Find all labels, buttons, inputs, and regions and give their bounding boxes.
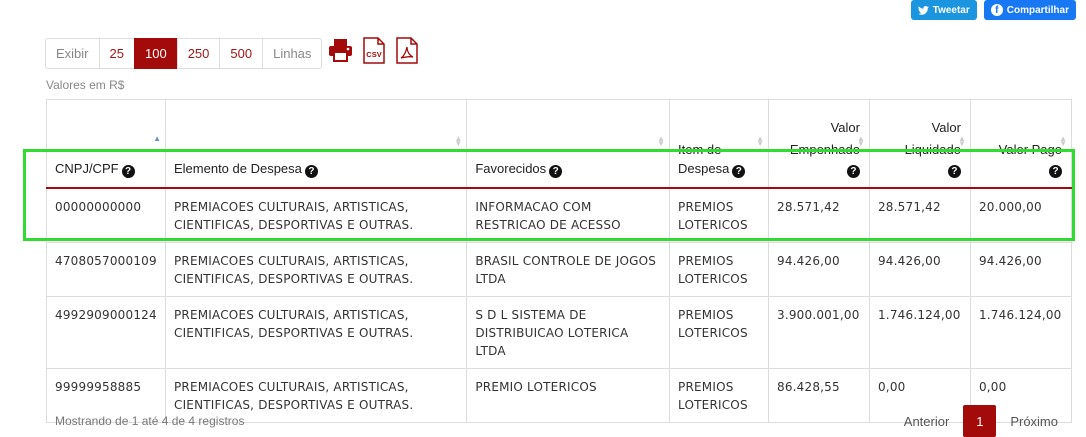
next-page-button[interactable]: Próximo: [996, 414, 1072, 429]
header-cnpj-label: CNPJ/CPF: [55, 160, 119, 176]
cell-pago: 20.000,00: [969, 187, 1073, 243]
header-valor-pago[interactable]: ▲ ▼ Valor Pago ?: [969, 99, 1073, 189]
export-tools: CSV: [328, 36, 419, 64]
table-header-row: ▲ CNPJ/CPF? ▲ ▼ Elemento de Despesa? ▲ ▼ F…: [46, 99, 1073, 189]
cell-empenhado: 3.900.001,00: [767, 295, 870, 369]
cell-empenhado: 86.428,55: [767, 367, 870, 423]
page-size-500[interactable]: 500: [219, 38, 264, 69]
records-info: Mostrando de 1 até 4 de 4 registros: [55, 414, 245, 428]
help-icon[interactable]: ?: [121, 164, 135, 178]
sort-icon: ▲ ▼: [857, 134, 865, 148]
help-icon[interactable]: ?: [549, 164, 563, 178]
cell-pago: 1.746.124,00: [969, 295, 1073, 369]
cell-empenhado: 94.426,00: [767, 241, 870, 297]
cell-favorecido: INFORMACAO COM RESTRICAO DE ACESSO: [466, 187, 671, 243]
cell-item: PREMIOS LOTERICOS: [669, 295, 769, 369]
header-favorecidos[interactable]: ▲ ▼ Favorecidos?: [466, 99, 671, 189]
table-row: 4708057000109 PREMIACOES CULTURAIS, ARTI…: [46, 241, 1073, 297]
pdf-icon: [395, 36, 418, 64]
sort-icon: ▲ ▼: [657, 134, 666, 148]
sort-icon: ▲ ▼: [1059, 134, 1067, 148]
table-row: 00000000000 PREMIACOES CULTURAIS, ARTIST…: [46, 187, 1073, 243]
header-valor-empenhado[interactable]: ▲ ▼ Valor Empenhado ?: [767, 99, 870, 189]
cell-cnpj: 00000000000: [46, 187, 166, 243]
header-cnpj[interactable]: ▲ CNPJ/CPF?: [46, 99, 166, 189]
help-icon[interactable]: ?: [1049, 164, 1062, 178]
show-label: Exibir: [45, 38, 100, 69]
help-icon[interactable]: ?: [947, 164, 961, 178]
cell-favorecido: PREMIO LOTERICOS: [466, 367, 671, 423]
cell-liquidado: 94.426,00: [868, 241, 971, 297]
sort-icon: ▲ ▼: [756, 134, 764, 148]
cell-favorecido: BRASIL CONTROLE DE JOGOS LTDA: [466, 241, 671, 297]
header-item-despesa[interactable]: ▲ ▼ Item de Despesa?: [669, 99, 769, 189]
sort-icon: ▲ ▼: [958, 134, 966, 148]
cell-elemento: PREMIACOES CULTURAIS, ARTISTICAS, CIENTI…: [164, 295, 468, 369]
help-icon[interactable]: ?: [846, 164, 860, 178]
cell-liquidado: 1.746.124,00: [868, 295, 971, 369]
header-liquidado-pre1: Valor: [931, 119, 961, 135]
header-elemento-label: Elemento de Despesa: [173, 160, 302, 176]
cell-favorecido: S D L SISTEMA DE DISTRIBUICAO LOTERICA L…: [466, 295, 671, 369]
cell-empenhado: 28.571,42: [767, 187, 870, 243]
header-valor-liquidado[interactable]: ▲ ▼ Valor Liquidado ?: [868, 99, 971, 189]
help-icon[interactable]: ?: [732, 164, 746, 178]
cell-cnpj: 4992909000124: [46, 295, 166, 369]
sort-asc-icon: ▲: [153, 134, 161, 143]
expenses-table: ▲ CNPJ/CPF? ▲ ▼ Elemento de Despesa? ▲ ▼ F…: [46, 99, 1073, 423]
currency-note: Valores em R$: [46, 78, 125, 92]
csv-icon: CSV: [362, 36, 385, 64]
page-size-selector: Exibir 25 100 250 500 Linhas: [45, 38, 323, 69]
cell-pago: 94.426,00: [969, 241, 1073, 297]
twitter-icon: [917, 5, 929, 15]
cell-item: PREMIOS LOTERICOS: [669, 367, 769, 423]
print-button[interactable]: [328, 36, 353, 64]
facebook-icon: f: [990, 4, 1003, 16]
page-size-25[interactable]: 25: [98, 38, 135, 69]
help-icon[interactable]: ?: [304, 164, 318, 178]
sort-icon: ▲ ▼: [454, 134, 463, 148]
csv-button[interactable]: CSV: [361, 36, 386, 64]
header-empenhado-pre2: Empenhado: [789, 141, 860, 157]
cell-item: PREMIOS LOTERICOS: [669, 187, 769, 243]
page-1-button[interactable]: 1: [963, 405, 997, 437]
cell-item: PREMIOS LOTERICOS: [669, 241, 769, 297]
pagination: Anterior 1 Próximo: [890, 405, 1072, 437]
share-label: Compartilhar: [1006, 4, 1069, 16]
page-size-100[interactable]: 100: [133, 38, 178, 69]
share-button[interactable]: f Compartilhar: [983, 0, 1076, 20]
header-item-label: Despesa: [678, 160, 730, 176]
pdf-button[interactable]: [394, 36, 419, 64]
prev-page-button[interactable]: Anterior: [890, 414, 964, 429]
header-elemento[interactable]: ▲ ▼ Elemento de Despesa?: [164, 99, 468, 189]
cell-elemento: PREMIACOES CULTURAIS, ARTISTICAS, CIENTI…: [164, 241, 468, 297]
tweet-button[interactable]: Tweetar: [910, 0, 977, 20]
header-pago-pre: Valor Pago: [998, 141, 1062, 157]
header-liquidado-pre2: Liquidado: [904, 141, 961, 157]
cell-cnpj: 4708057000109: [46, 241, 166, 297]
cell-liquidado: 28.571,42: [868, 187, 971, 243]
table-row: 4992909000124 PREMIACOES CULTURAIS, ARTI…: [46, 295, 1073, 369]
page-size-250[interactable]: 250: [176, 38, 221, 69]
header-empenhado-pre1: Valor: [830, 119, 860, 135]
svg-text:CSV: CSV: [366, 50, 381, 59]
header-favorecidos-label: Favorecidos: [475, 160, 547, 176]
cell-elemento: PREMIACOES CULTURAIS, ARTISTICAS, CIENTI…: [164, 187, 468, 243]
social-buttons: Tweetar f Compartilhar: [910, 0, 1076, 20]
print-icon: [329, 39, 352, 62]
rows-label: Linhas: [262, 38, 323, 69]
header-item-pre: Item de: [678, 141, 722, 157]
tweet-label: Tweetar: [932, 4, 970, 16]
